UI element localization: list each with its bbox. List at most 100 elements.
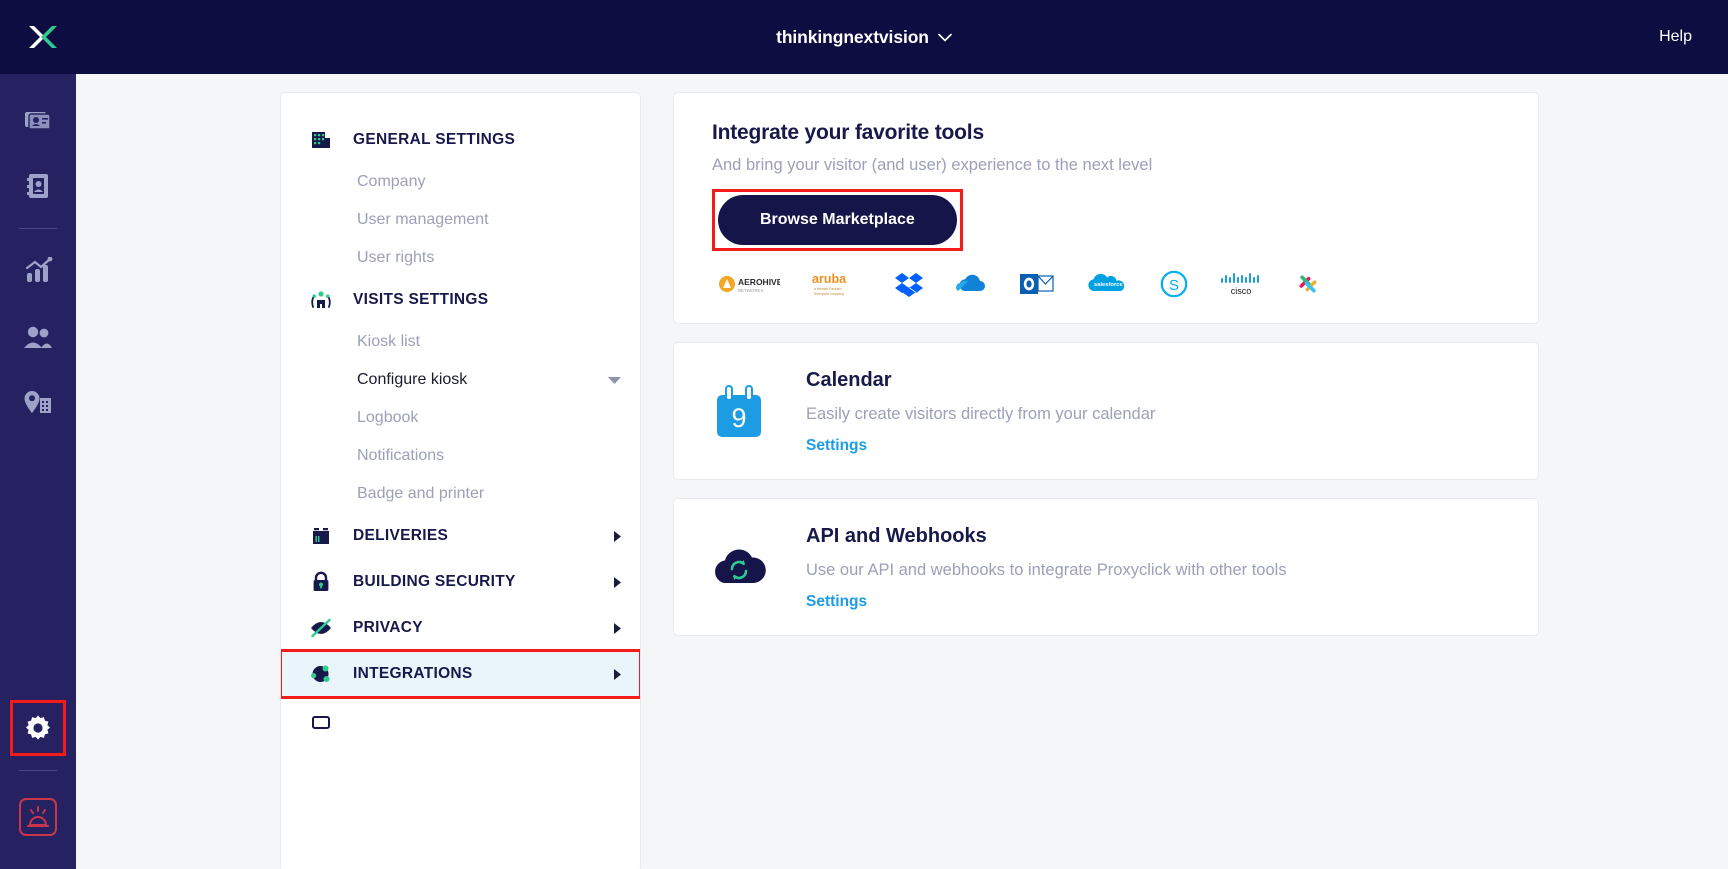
chevron-right-icon [614,622,621,634]
nav-section-label: PRIVACY [353,619,423,636]
people-icon [24,326,52,348]
help-link[interactable]: Help [1659,0,1692,74]
calendar-icon: 9 [717,385,761,437]
calendar-card-body: Calendar Easily create visitors directly… [774,369,1155,455]
chevron-right-icon [614,576,621,588]
rail-item-people[interactable] [10,309,66,365]
rail-divider-bottom [19,770,57,771]
integrations-column: Integrate your favorite tools And bring … [673,92,1539,869]
promo-card: Integrate your favorite tools And bring … [673,92,1539,324]
svg-text:Enterprise company: Enterprise company [814,292,844,296]
nav-section-general-settings[interactable]: GENERAL SETTINGS [281,117,640,163]
svg-text:S: S [1169,277,1179,294]
api-settings-link[interactable]: Settings [806,593,867,611]
app-root: thinkingnextvision Help GENERAL SETTINGS… [0,0,1728,869]
integration-description: Easily create visitors directly from you… [806,405,1156,423]
svg-text:a Hewlett Packard: a Hewlett Packard [814,287,842,291]
nav-section-integrations[interactable]: INTEGRATIONS [281,649,640,699]
svg-text:salesforce: salesforce [1094,282,1123,288]
promo-subtitle: And bring your visitor (and user) experi… [712,156,1153,174]
rail-item-directory[interactable] [10,158,66,214]
nav-section-privacy[interactable]: PRIVACY [281,605,640,651]
rail-item-visits[interactable] [10,92,66,148]
location-building-icon [24,391,51,413]
gear-icon [26,715,50,740]
nav-section-building-security[interactable]: BUILDING SECURITY [281,559,640,605]
integration-title: API and Webhooks [806,525,987,547]
nav-section-next-partial[interactable] [281,697,640,748]
org-name: thinkingnextvision [776,26,929,47]
chevron-down-icon [608,376,621,384]
calendar-icon-wrap: 9 [704,369,774,441]
left-rail [0,74,76,869]
top-bar: thinkingnextvision Help [0,0,1728,74]
cloud-sync-icon [715,549,766,583]
cloud-sync-icon-wrap [704,525,774,587]
puzzle-icon [311,665,330,682]
rail-divider [19,228,57,229]
outlook-logo [1020,269,1054,299]
integration-card-calendar[interactable]: 9 Calendar Easily create visitors direct… [673,342,1539,480]
integration-title: Calendar [806,369,892,391]
slack-logo [1294,269,1322,299]
nav-item-configure-kiosk[interactable]: Configure kiosk [281,361,640,399]
nav-section-label: VISITS SETTINGS [353,291,489,308]
rail-item-analytics[interactable] [10,243,66,299]
svg-text:AEROHIVE.: AEROHIVE. [738,277,780,287]
visitors-icon [311,291,331,308]
nav-section-label: BUILDING SECURITY [353,573,516,590]
nav-item-user-management[interactable]: User management [281,201,640,239]
nav-section-label: INTEGRATIONS [353,665,473,682]
chevron-right-icon [614,530,621,542]
calendar-settings-link[interactable]: Settings [806,437,867,455]
svg-text:NETWORKS: NETWORKS [738,288,763,293]
integration-description: Use our API and webhooks to integrate Pr… [806,561,1287,579]
partner-logo-row: AEROHIVE. NETWORKS aruba a Hewlett Packa… [712,269,1500,299]
address-book-icon [27,174,48,198]
badge-cards-icon [25,112,51,130]
promo-title: Integrate your favorite tools [712,121,984,144]
integration-card-api-and-webhooks[interactable]: API and Webhooks Use our API and webhook… [673,498,1539,636]
nav-section-label: DELIVERIES [353,527,449,544]
cisco-logo: cisco [1218,269,1264,299]
svg-text:cisco: cisco [1231,286,1252,296]
padlock-icon [313,571,329,591]
package-icon [313,528,329,544]
nav-item-notifications[interactable]: Notifications [281,437,640,475]
analytics-chart-icon [25,257,53,282]
calendar-day: 9 [731,403,746,433]
aruba-logo: aruba a Hewlett Packard Enterprise compa… [810,269,864,299]
proxyclick-logo[interactable] [0,0,83,74]
browse-marketplace-button[interactable]: Browse Marketplace [718,195,957,245]
rail-item-emergency[interactable] [10,789,66,845]
nav-section-visits-settings[interactable]: VISITS SETTINGS [281,277,640,323]
org-switcher-wrap: thinkingnextvision [0,0,1728,74]
org-switcher[interactable]: thinkingnextvision [776,27,952,48]
salesforce-logo: salesforce [1084,269,1130,299]
nav-item-logbook[interactable]: Logbook [281,399,640,437]
chevron-right-icon [614,668,621,680]
nav-item-user-rights[interactable]: User rights [281,239,640,277]
nav-item-badge-and-printer[interactable]: Badge and printer [281,475,640,513]
rail-item-locations[interactable] [10,375,66,431]
dropbox-logo [894,269,924,299]
eye-slash-icon [311,618,331,638]
nav-section-label: GENERAL SETTINGS [353,131,516,148]
onedrive-logo [954,269,990,299]
settings-nav-card: GENERAL SETTINGS Company User management… [280,92,641,869]
nav-item-kiosk-list[interactable]: Kiosk list [281,323,640,361]
device-icon [312,716,330,729]
nav-item-label: Configure kiosk [357,371,468,388]
skype-logo: S [1160,269,1188,299]
svg-text:aruba: aruba [812,272,847,286]
emergency-alarm-icon [19,798,57,836]
nav-item-company[interactable]: Company [281,163,640,201]
content-area: GENERAL SETTINGS Company User management… [76,74,1728,869]
browse-marketplace-annotation: Browse Marketplace [712,189,963,251]
nav-section-deliveries[interactable]: DELIVERIES [281,513,640,559]
chevron-down-icon [938,33,952,42]
rail-item-settings[interactable] [10,700,66,756]
aerohive-logo: AEROHIVE. NETWORKS [718,269,780,299]
api-card-body: API and Webhooks Use our API and webhook… [774,525,1287,611]
building-icon [312,132,330,148]
